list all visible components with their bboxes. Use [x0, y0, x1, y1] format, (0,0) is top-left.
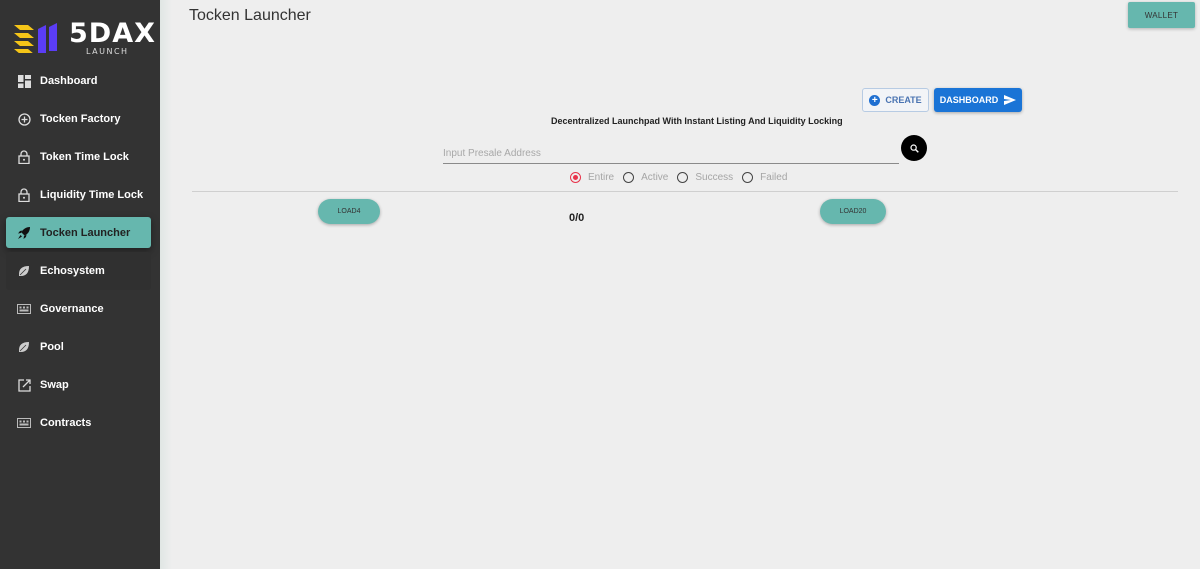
sidebar-item-label: Tocken Launcher — [40, 226, 131, 239]
dashboard-icon — [17, 74, 31, 88]
sidebar-item-contracts[interactable]: Contracts — [0, 404, 160, 442]
brand-subtitle: LAUNCH — [86, 47, 129, 56]
sidebar-item-echosystem[interactable]: Echosystem — [6, 252, 151, 290]
lock-icon — [17, 188, 31, 202]
sidebar-item-tocken-factory[interactable]: Tocken Factory — [0, 100, 160, 138]
sidebar-item-liquidity-time-lock[interactable]: Liquidity Time Lock — [0, 176, 160, 214]
sidebar-item-label: Contracts — [40, 417, 92, 429]
load-4-button[interactable]: LOAD4 — [318, 199, 380, 224]
dashboard-button[interactable]: DASHBOARD — [934, 88, 1022, 112]
filter-label: Entire — [588, 172, 615, 183]
radio-unchecked-icon — [677, 172, 689, 183]
lock-icon — [17, 150, 31, 164]
sidebar-item-label: Pool — [40, 341, 64, 353]
presale-address-input[interactable] — [443, 144, 899, 164]
sidebar-item-governance[interactable]: Governance — [0, 290, 160, 328]
leaf-icon — [17, 340, 31, 354]
create-button-label: CREATE — [885, 95, 922, 105]
sidebar-item-tocken-launcher[interactable]: Tocken Launcher — [6, 217, 151, 248]
leaf-icon — [17, 264, 31, 278]
radio-checked-icon — [570, 172, 581, 183]
filter-label: Active — [641, 172, 669, 183]
add-circle-icon — [17, 112, 31, 126]
filter-radio-success[interactable]: Success — [677, 172, 733, 183]
logo-mark-icon — [14, 23, 57, 53]
sidebar-item-label: Liquidity Time Lock — [40, 189, 144, 201]
sidebar-item-label: Dashboard — [40, 75, 98, 87]
page-title: Tocken Launcher — [189, 7, 311, 24]
sidebar-nav: Dashboard Tocken Factory Token Time Lock… — [0, 62, 160, 442]
create-button[interactable]: + CREATE — [862, 88, 929, 112]
sidebar-item-label: Echosystem — [40, 265, 105, 277]
add-circle-icon: + — [869, 94, 881, 106]
send-icon — [1004, 95, 1017, 105]
search-icon — [909, 143, 919, 153]
sidebar-item-pool[interactable]: Pool — [0, 328, 160, 366]
sidebar-item-label: Tocken Factory — [40, 113, 121, 125]
radio-unchecked-icon — [742, 172, 754, 183]
sidebar-item-token-time-lock[interactable]: Token Time Lock — [0, 138, 160, 176]
sidebar-item-swap[interactable]: Swap — [0, 366, 160, 404]
brand-logo[interactable]: 5DAX LAUNCH — [14, 16, 155, 58]
tagline: Decentralized Launchpad With Instant Lis… — [551, 116, 843, 126]
dashboard-button-label: DASHBOARD — [939, 95, 999, 105]
search-button[interactable] — [901, 135, 927, 161]
filter-label: Failed — [760, 172, 788, 183]
wallet-button[interactable]: WALLET — [1128, 2, 1195, 28]
results-counter: 0/0 — [569, 212, 585, 224]
main-content: Tocken Launcher WALLET + CREATE DASHBOAR… — [160, 0, 1200, 569]
rocket-icon — [17, 226, 31, 240]
filter-radio-entire[interactable]: Entire — [570, 172, 614, 183]
sidebar-item-label: Token Time Lock — [40, 151, 129, 163]
sidebar-item-label: Governance — [40, 303, 104, 315]
sidebar-item-label: Swap — [40, 379, 69, 391]
filter-radio-active[interactable]: Active — [623, 172, 668, 183]
filter-radio-failed[interactable]: Failed — [742, 172, 787, 183]
keyboard-icon — [17, 416, 31, 430]
status-filter-group: Entire Active Success Failed — [570, 172, 787, 183]
keyboard-icon — [17, 302, 31, 316]
load-20-button[interactable]: LOAD20 — [820, 199, 886, 224]
sidebar-item-dashboard[interactable]: Dashboard — [0, 62, 160, 100]
radio-unchecked-icon — [623, 172, 635, 183]
sidebar: 5DAX LAUNCH Dashboard Tocken Factory Tok… — [0, 0, 160, 569]
open-external-icon — [17, 378, 31, 392]
filter-label: Success — [695, 172, 734, 183]
brand-name: 5DAX — [69, 18, 156, 49]
divider — [192, 191, 1178, 192]
